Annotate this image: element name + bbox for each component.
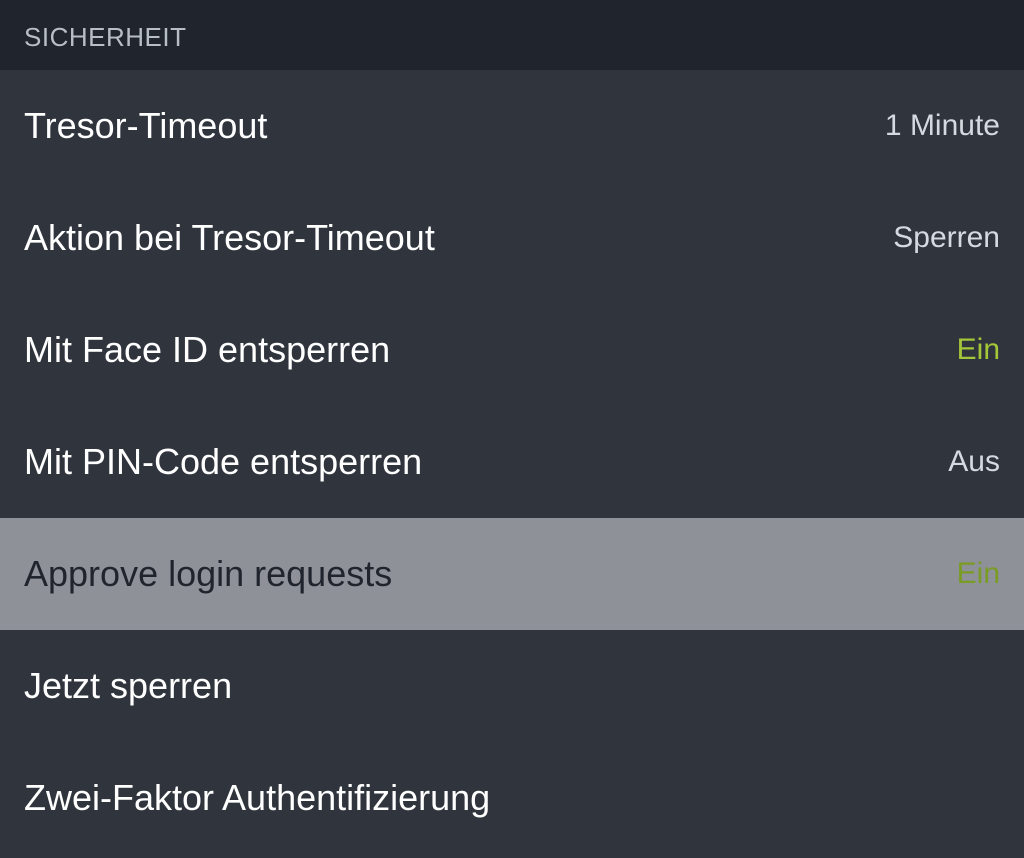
row-vault-timeout[interactable]: Tresor-Timeout 1 Minute <box>0 70 1024 182</box>
row-value: Ein <box>957 333 1000 367</box>
row-approve-login-requests[interactable]: Approve login requests Ein <box>0 518 1024 630</box>
settings-list: Tresor-Timeout 1 Minute Aktion bei Treso… <box>0 70 1024 854</box>
row-label: Zwei-Faktor Authentifizierung <box>24 777 490 819</box>
row-unlock-pin[interactable]: Mit PIN-Code entsperren Aus <box>0 406 1024 518</box>
row-unlock-face-id[interactable]: Mit Face ID entsperren Ein <box>0 294 1024 406</box>
row-value: Sperren <box>893 221 1000 255</box>
row-label: Tresor-Timeout <box>24 105 267 147</box>
section-header-security: SICHERHEIT <box>0 0 1024 70</box>
row-vault-timeout-action[interactable]: Aktion bei Tresor-Timeout Sperren <box>0 182 1024 294</box>
row-value: Ein <box>957 557 1000 591</box>
row-value: Aus <box>948 445 1000 479</box>
row-label: Jetzt sperren <box>24 665 232 707</box>
row-value: 1 Minute <box>885 109 1000 143</box>
row-two-factor-auth[interactable]: Zwei-Faktor Authentifizierung <box>0 742 1024 854</box>
row-lock-now[interactable]: Jetzt sperren <box>0 630 1024 742</box>
section-header-label: SICHERHEIT <box>24 22 186 53</box>
row-label: Mit PIN-Code entsperren <box>24 441 422 483</box>
row-label: Approve login requests <box>24 553 392 595</box>
row-label: Mit Face ID entsperren <box>24 329 390 371</box>
row-label: Aktion bei Tresor-Timeout <box>24 217 435 259</box>
